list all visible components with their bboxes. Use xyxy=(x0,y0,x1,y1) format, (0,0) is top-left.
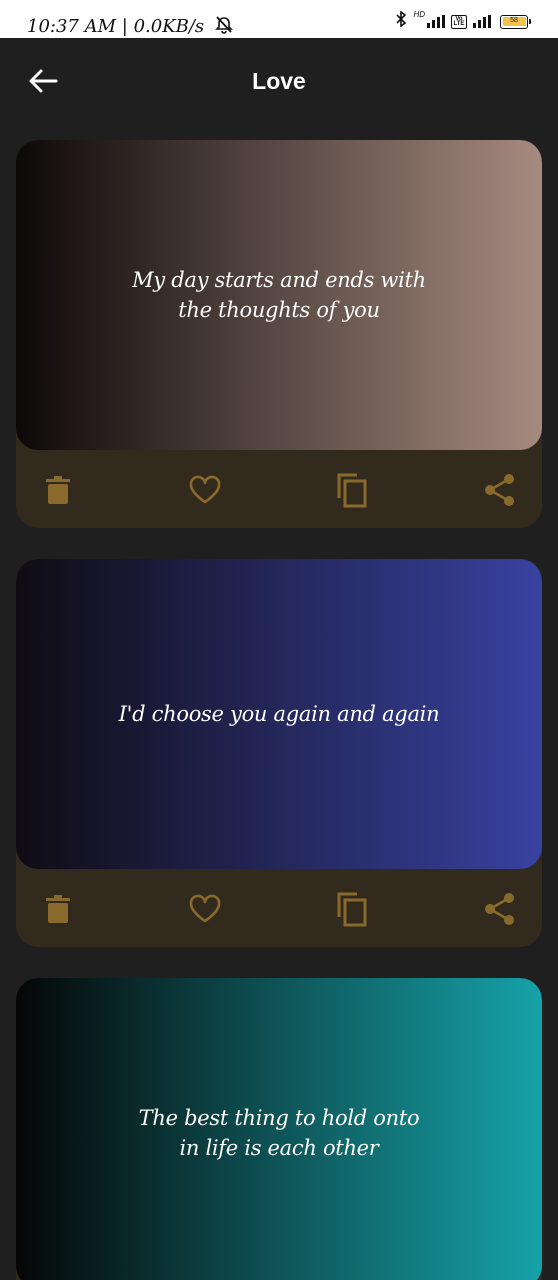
quote-text: The best thing to hold onto in life is e… xyxy=(138,1106,420,1160)
quote-text: I'd choose you again and again xyxy=(118,702,440,726)
quote-panel[interactable]: My day starts and ends with the thoughts… xyxy=(16,140,542,450)
share-button[interactable] xyxy=(478,468,522,512)
trash-icon xyxy=(46,476,70,504)
delete-button[interactable] xyxy=(36,887,80,931)
status-network-speed: 0.0KB/s xyxy=(133,16,205,37)
quote-card: The best thing to hold onto in life is e… xyxy=(16,978,542,1280)
bell-muted-icon xyxy=(214,16,234,38)
status-bar: 10:37 AM | 0.0KB/s HD Vo LTE 58 xyxy=(0,0,558,38)
card-actions xyxy=(16,450,542,528)
quote-card: My day starts and ends with the thoughts… xyxy=(16,140,542,528)
copy-icon xyxy=(337,473,367,508)
copy-button[interactable] xyxy=(330,887,374,931)
card-actions xyxy=(16,869,542,947)
page-title: Love xyxy=(252,68,306,94)
like-button[interactable] xyxy=(183,468,227,512)
share-icon xyxy=(485,893,514,925)
trash-icon xyxy=(46,895,70,923)
app-bar: Love xyxy=(0,38,558,124)
copy-icon xyxy=(337,892,367,927)
battery-level: 58 xyxy=(502,17,526,26)
quote-text: My day starts and ends with the thoughts… xyxy=(132,268,426,322)
status-time: 10:37 AM xyxy=(27,16,117,37)
heart-icon xyxy=(189,475,221,504)
signal-icon-2 xyxy=(473,15,491,28)
network-hd-label: HD xyxy=(413,10,425,19)
heart-icon xyxy=(189,894,221,923)
signal-icon xyxy=(427,15,445,28)
bluetooth-icon xyxy=(395,10,407,32)
share-button[interactable] xyxy=(478,887,522,931)
status-right: HD Vo LTE 58 xyxy=(395,10,531,32)
share-icon xyxy=(485,474,514,506)
like-button[interactable] xyxy=(183,887,227,931)
battery-icon: 58 xyxy=(500,14,531,29)
status-left: 10:37 AM | 0.0KB/s xyxy=(27,16,234,38)
volte-icon: Vo LTE xyxy=(451,14,467,29)
quote-panel[interactable]: The best thing to hold onto in life is e… xyxy=(16,978,542,1280)
delete-button[interactable] xyxy=(36,468,80,512)
copy-button[interactable] xyxy=(330,468,374,512)
quote-card: I'd choose you again and again xyxy=(16,559,542,947)
quote-panel[interactable]: I'd choose you again and again xyxy=(16,559,542,869)
